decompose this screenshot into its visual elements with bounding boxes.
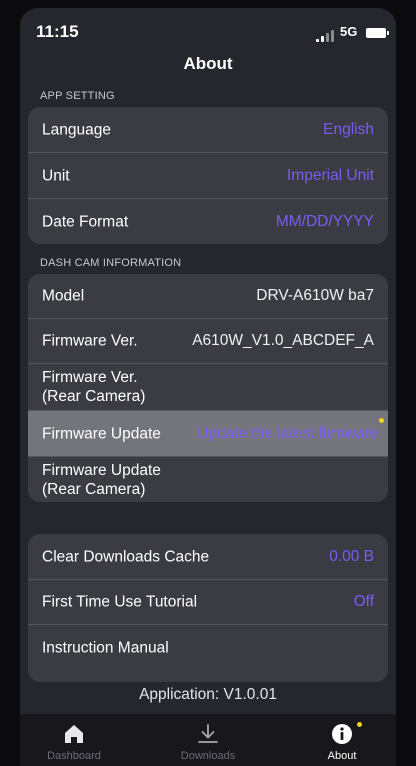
unit-label: Unit <box>42 167 70 184</box>
about-badge-icon <box>357 722 362 727</box>
app-version-label: Application: V1.0.01 <box>139 686 277 703</box>
tutorial-value: Off <box>353 593 374 610</box>
tab-bar: Dashboard Downloads About <box>20 714 396 766</box>
firmware-version-value: A610W_V1.0_ABCDEF_A <box>192 332 374 349</box>
battery-icon <box>366 28 389 38</box>
date-format-value: MM/DD/YYYY <box>275 212 374 230</box>
firmware-version-rear-label: Firmware Ver. (Rear Camera) <box>42 369 146 405</box>
signal-strength-icon <box>316 30 338 42</box>
status-bar: 11:15 5G <box>20 8 396 48</box>
tab-about[interactable]: About <box>292 714 392 766</box>
clear-cache-label: Clear Downloads Cache <box>42 548 210 565</box>
update-available-badge-icon <box>379 418 384 423</box>
firmware-version-rear-row: Firmware Ver. (Rear Camera) <box>28 364 388 411</box>
firmware-version-label: Firmware Ver. <box>42 332 138 350</box>
misc-group: Clear Downloads Cache 0.00 B First Time … <box>28 534 388 682</box>
network-type-label: 5G <box>340 24 358 39</box>
tab-downloads[interactable]: Downloads <box>158 714 258 766</box>
tab-dashboard[interactable]: Dashboard <box>24 714 124 766</box>
language-label: Language <box>42 121 111 138</box>
instruction-manual-label: Instruction Manual <box>42 639 169 656</box>
tab-about-label: About <box>327 750 357 762</box>
firmware-update-rear-label: Firmware Update (Rear Camera) <box>42 461 161 498</box>
language-value: English <box>323 120 374 138</box>
language-row[interactable]: Language English <box>28 107 388 153</box>
firmware-update-label: Firmware Update <box>42 425 161 442</box>
tutorial-label: First Time Use Tutorial <box>42 593 198 611</box>
app-screen: 11:15 5G About APP SETTING Language Engl… <box>20 8 396 766</box>
firmware-update-value: Update the latest firmware <box>197 424 378 442</box>
dash-cam-info-group: Model DRV-A610W ba7 Firmware Ver. A610W_… <box>28 274 388 502</box>
model-row: Model DRV-A610W ba7 <box>28 274 388 319</box>
info-icon <box>332 724 352 744</box>
unit-value: Imperial Unit <box>287 166 374 184</box>
page-title: About <box>183 54 233 73</box>
firmware-update-row[interactable]: Firmware Update Update the latest firmwa… <box>28 411 388 457</box>
status-time: 11:15 <box>36 22 79 41</box>
clear-cache-row[interactable]: Clear Downloads Cache 0.00 B <box>28 534 388 580</box>
firmware-version-row: Firmware Ver. A610W_V1.0_ABCDEF_A <box>28 319 388 364</box>
model-value: DRV-A610W ba7 <box>256 287 374 304</box>
firmware-update-rear-row[interactable]: Firmware Update (Rear Camera) <box>28 457 388 502</box>
unit-row[interactable]: Unit Imperial Unit <box>28 153 388 199</box>
home-icon <box>65 725 83 743</box>
model-label: Model <box>42 287 85 305</box>
clear-cache-value: 0.00 B <box>329 547 374 565</box>
download-icon <box>198 724 218 743</box>
date-format-label: Date Format <box>42 213 129 230</box>
tab-downloads-label: Downloads <box>180 750 236 762</box>
section-header-dash-cam: DASH CAM INFORMATION <box>40 257 182 269</box>
section-header-app-setting: APP SETTING <box>40 90 115 102</box>
tutorial-row[interactable]: First Time Use Tutorial Off <box>28 580 388 625</box>
app-setting-group: Language English Unit Imperial Unit Date… <box>28 107 388 244</box>
date-format-row[interactable]: Date Format MM/DD/YYYY <box>28 199 388 244</box>
tab-dashboard-label: Dashboard <box>47 750 101 762</box>
instruction-manual-row[interactable]: Instruction Manual <box>28 625 388 670</box>
